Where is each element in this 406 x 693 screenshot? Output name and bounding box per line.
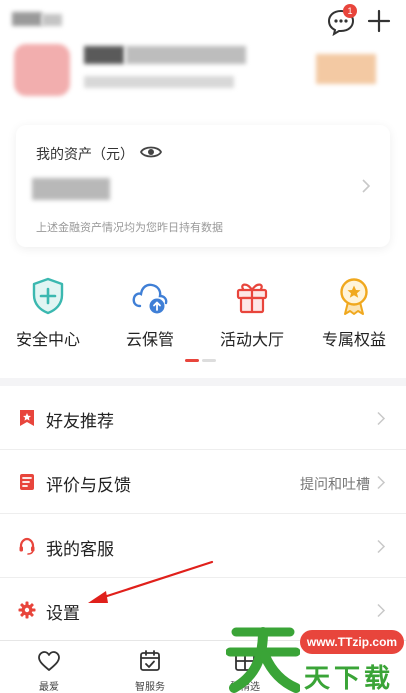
page-indicator	[202, 359, 216, 362]
heart-icon	[38, 651, 60, 671]
menu-list: 好友推荐 评价与反馈 提问和吐槽 我的客服 设置	[0, 386, 406, 642]
avatar[interactable]	[14, 44, 70, 96]
asset-card[interactable]: 我的资产（元） 上述金融资产情况均为您昨日持有数据	[16, 125, 390, 247]
blurred-subtitle	[84, 76, 234, 88]
quick-action-label: 云保管	[125, 332, 174, 349]
eye-icon[interactable]	[140, 144, 162, 160]
bookmark-star-icon	[20, 410, 34, 426]
blurred-username	[84, 46, 124, 64]
asset-title: 我的资产（元）	[36, 146, 134, 162]
menu-item-feedback[interactable]: 评价与反馈 提问和吐槽	[0, 450, 406, 514]
shield-icon	[32, 277, 64, 315]
medal-icon	[340, 278, 368, 315]
watermark-text: 天下载	[304, 663, 395, 693]
headset-icon	[19, 537, 35, 555]
quick-action-cloud-storage[interactable]: 云保管	[104, 276, 196, 356]
blurred-username-extra	[126, 46, 246, 64]
menu-item-friend-referral[interactable]: 好友推荐	[0, 386, 406, 450]
chevron-right-icon	[377, 603, 386, 618]
quick-action-label: 安全中心	[15, 332, 80, 349]
menu-item-hint: 提问和吐槽	[300, 476, 370, 492]
nav-item-favorites[interactable]: 最爱	[14, 641, 84, 693]
gift-icon	[236, 283, 268, 314]
menu-item-customer-service[interactable]: 我的客服	[0, 514, 406, 578]
chevron-right-icon	[377, 539, 386, 554]
gear-icon	[18, 601, 36, 619]
blurred-asset-amount	[32, 178, 110, 200]
menu-item-label: 评价与反馈	[46, 476, 131, 495]
chevron-right-icon	[362, 179, 371, 193]
feedback-icon	[20, 474, 34, 490]
chevron-right-icon	[377, 411, 386, 426]
nav-label: 最爱	[39, 682, 59, 693]
calendar-check-icon	[140, 650, 160, 671]
chevron-right-icon	[377, 475, 386, 490]
quick-action-label: 专属权益	[321, 332, 386, 349]
page-indicator-active	[185, 359, 199, 362]
menu-item-label: 设置	[46, 604, 80, 623]
message-badge: 1	[343, 4, 357, 18]
nav-item-smart-service[interactable]: 智服务	[115, 641, 185, 693]
nav-label: 智服务	[135, 682, 165, 693]
watermark: www.TTzip.com 天下载	[226, 620, 406, 693]
add-icon[interactable]	[366, 8, 392, 34]
quick-action-event-hall[interactable]: 活动大厅	[206, 276, 298, 356]
watermark-url: www.TTzip.com	[300, 630, 404, 654]
cloud-upload-icon	[132, 283, 168, 314]
blurred-title	[12, 12, 42, 26]
quick-action-exclusive-benefits[interactable]: 专属权益	[308, 276, 400, 356]
blurred-member-badge[interactable]	[316, 54, 376, 84]
quick-action-label: 活动大厅	[219, 332, 284, 349]
quick-action-security-center[interactable]: 安全中心	[2, 276, 94, 356]
blurred-title-extra	[42, 14, 62, 26]
menu-item-label: 好友推荐	[46, 412, 114, 431]
menu-item-label: 我的客服	[46, 540, 114, 559]
asset-note: 上述金融资产情况均为您昨日持有数据	[36, 222, 223, 234]
watermark-logo	[226, 627, 300, 693]
